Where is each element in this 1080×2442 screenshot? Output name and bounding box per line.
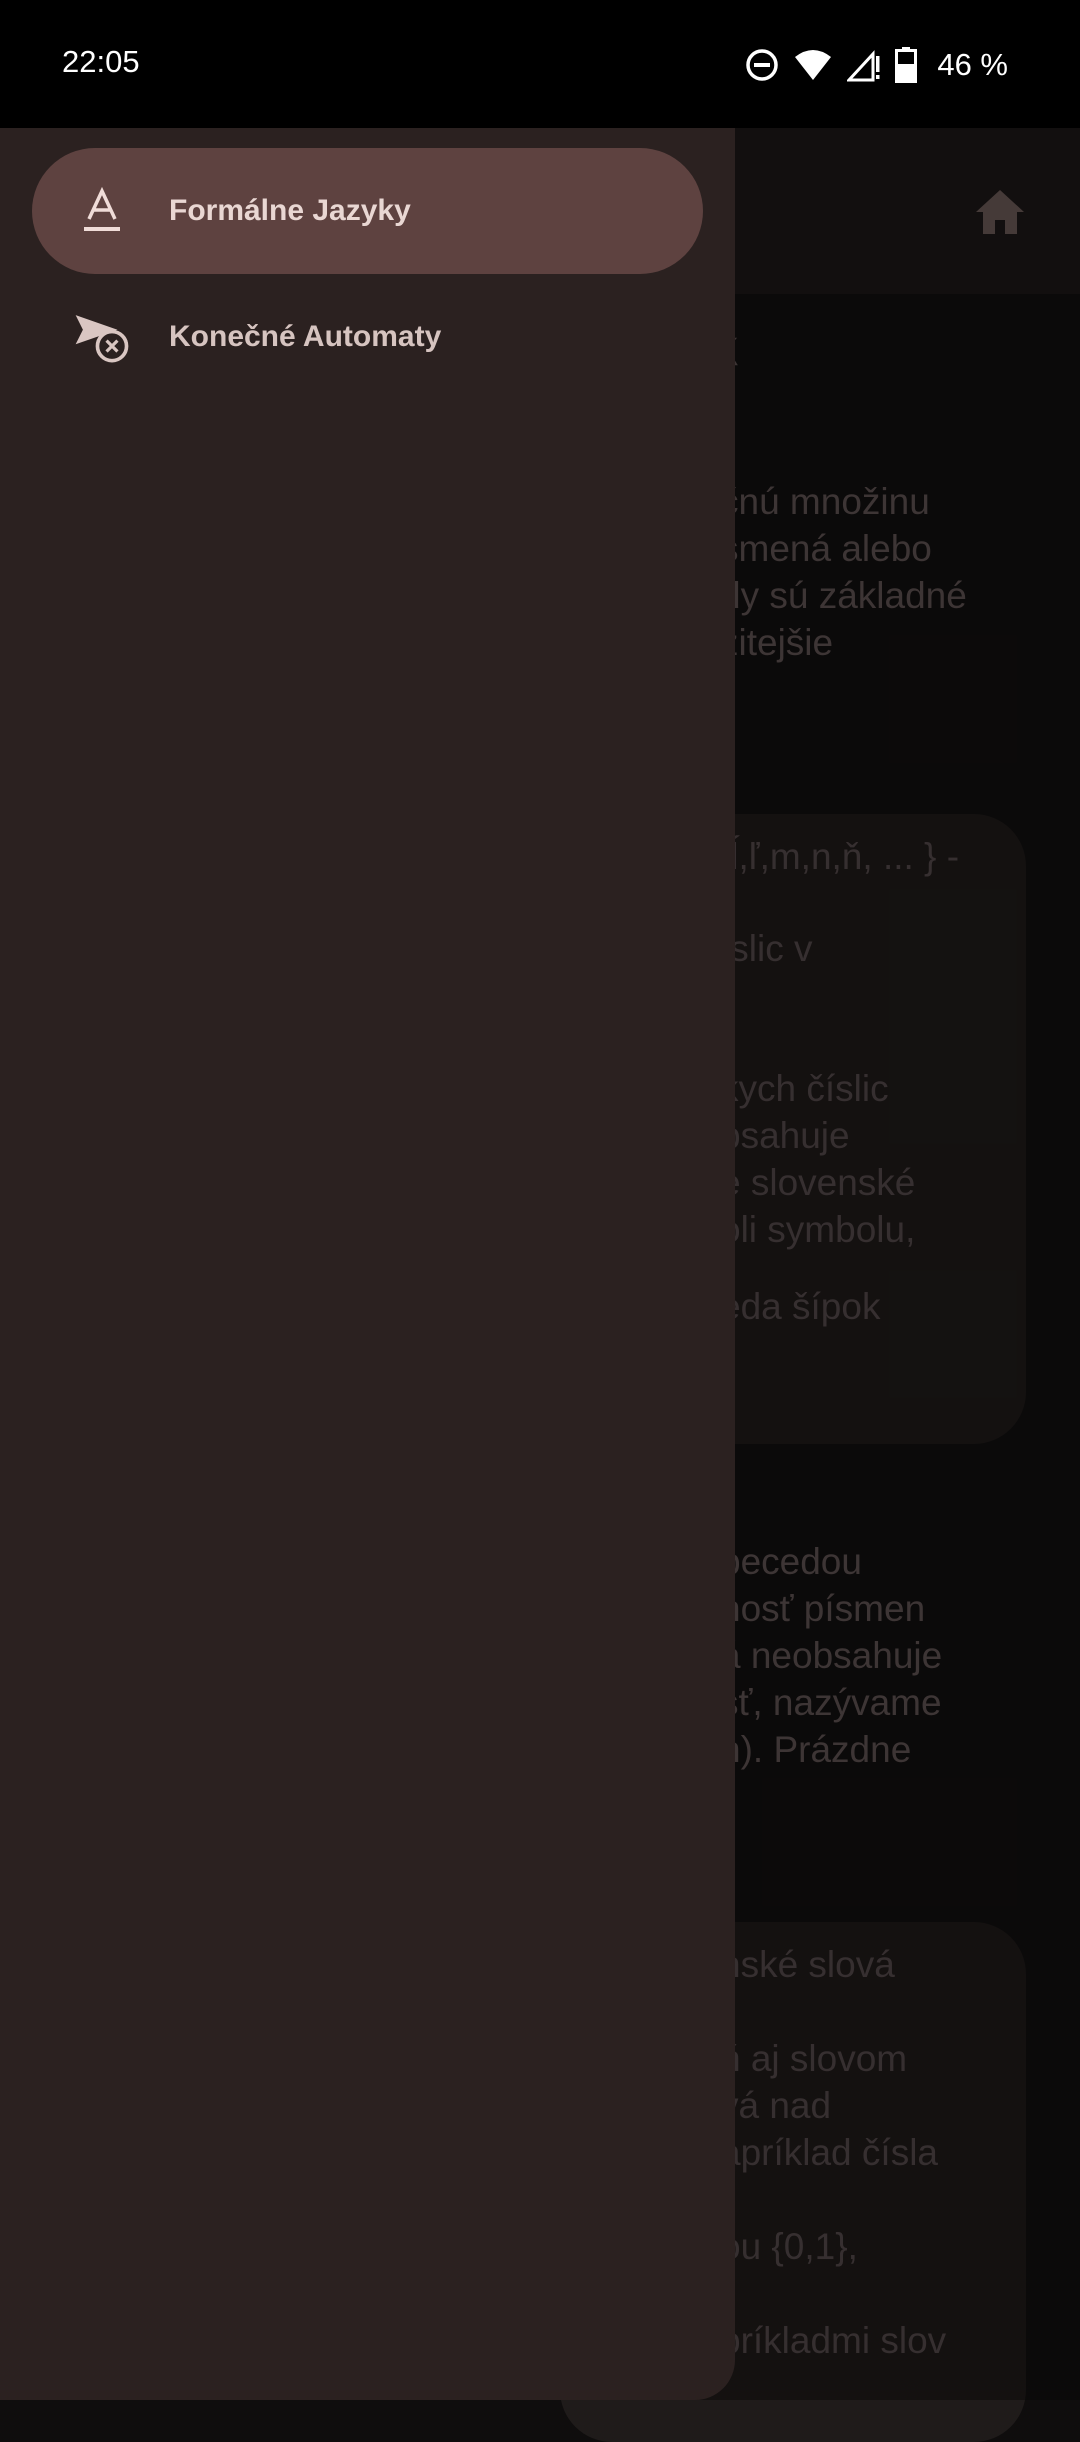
nav-item-formalne-jazyky[interactable]: Formálne Jazyky	[32, 148, 703, 274]
battery-icon	[895, 47, 918, 83]
navigation-drawer: Formálne Jazyky Konečné Automaty	[0, 128, 735, 2400]
status-time: 22:05	[62, 44, 140, 79]
signal-icon	[847, 50, 880, 82]
text-format-icon	[72, 181, 132, 241]
nav-item-label: Formálne Jazyky	[169, 194, 411, 227]
wifi-icon	[795, 50, 832, 80]
battery-percentage: 46 %	[937, 47, 1008, 82]
nav-item-label: Konečné Automaty	[169, 320, 442, 353]
do-not-disturb-icon	[746, 49, 779, 81]
status-bar: 22:05 46 %	[0, 0, 1080, 128]
nav-item-konecne-automaty[interactable]: Konečné Automaty	[32, 274, 703, 400]
automaton-icon	[72, 307, 132, 367]
status-icons: 46 %	[745, 40, 1008, 90]
